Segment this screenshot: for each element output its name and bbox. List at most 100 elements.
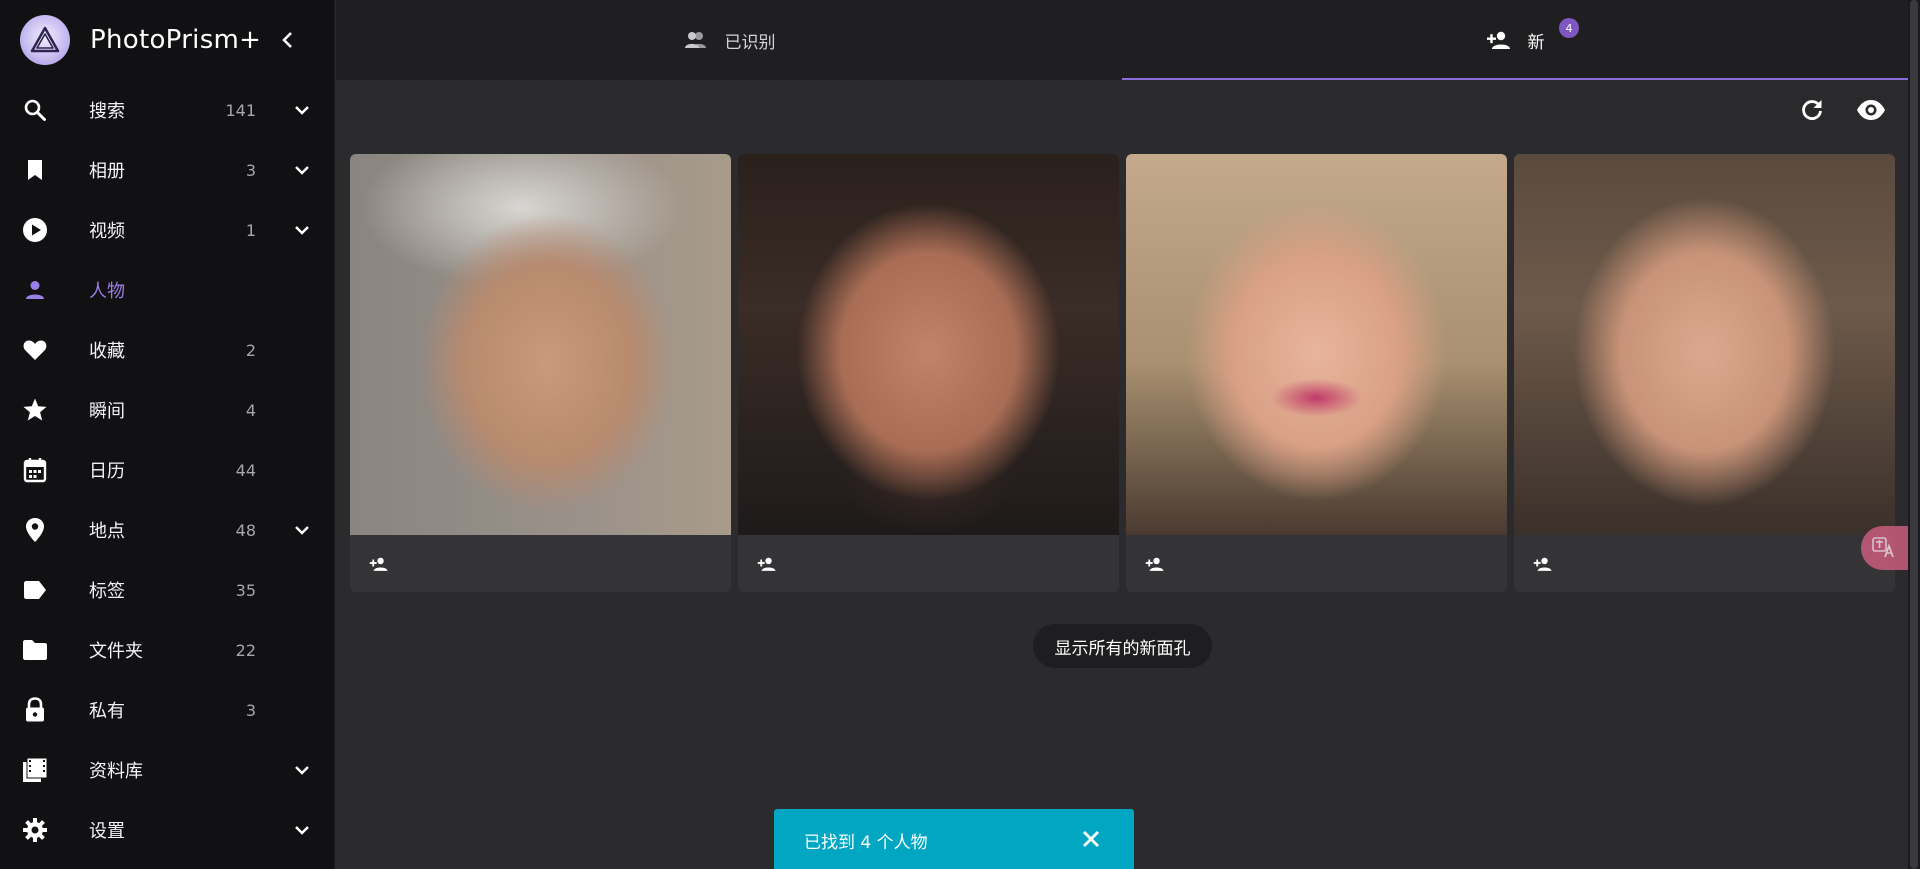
add-person-button[interactable] [368, 553, 390, 575]
face-card-actions [1514, 535, 1895, 592]
folder-icon [22, 637, 48, 663]
chevron-down-icon[interactable] [290, 218, 314, 242]
chevron-down-icon[interactable] [290, 518, 314, 542]
person-add-icon [1145, 557, 1164, 571]
sidebar-item-folders[interactable]: 文件夹 22 [0, 620, 334, 680]
add-person-button[interactable] [1144, 553, 1166, 575]
sidebar-item-count: 3 [245, 160, 256, 180]
sidebar-item-count: 22 [235, 640, 256, 660]
heart-icon [22, 337, 48, 363]
tab-label: 新 [1527, 32, 1545, 53]
face-card[interactable] [738, 154, 1119, 592]
refresh-icon [1802, 100, 1822, 120]
face-card[interactable] [1514, 154, 1895, 592]
snackbar-message: 已找到 4 个人物 [804, 833, 928, 853]
toggle-hidden-button[interactable] [1856, 95, 1886, 125]
face-card-actions [738, 535, 1119, 592]
sidebar-item-people[interactable]: 人物 [0, 260, 334, 320]
sidebar-item-albums[interactable]: 相册 3 [0, 140, 334, 200]
tab-recognized[interactable]: 已识别 [336, 0, 1122, 80]
star-icon [22, 397, 48, 423]
sidebar-item-library[interactable]: 资料库 [0, 740, 334, 800]
sidebar-item-label: 人物 [89, 281, 125, 302]
person-add-icon [1486, 27, 1512, 53]
film-library-icon [22, 757, 48, 783]
sidebar-item-favorites[interactable]: 收藏 2 [0, 320, 334, 380]
sidebar-item-count: 2 [245, 340, 256, 360]
snackbar-close-button[interactable] [1078, 826, 1104, 852]
sidebar-item-videos[interactable]: 视频 1 [0, 200, 334, 260]
person-add-icon [369, 557, 388, 571]
face-card-actions [1126, 535, 1507, 592]
chevron-down-icon[interactable] [290, 158, 314, 182]
sidebar-item-places[interactable]: 地点 48 [0, 500, 334, 560]
sidebar: PhotoPrism+ 搜索 141 相册 3 视频 1 人物 收藏 2 瞬间 … [0, 0, 335, 869]
sidebar-item-label: 搜索 [89, 101, 125, 122]
people-tabs: 已识别 新 4 [336, 0, 1908, 80]
sidebar-item-count: 1 [245, 220, 256, 240]
sidebar-item-labels[interactable]: 标签 35 [0, 560, 334, 620]
chevron-down-icon[interactable] [290, 758, 314, 782]
sidebar-header: PhotoPrism+ [0, 0, 334, 80]
add-person-button[interactable] [756, 553, 778, 575]
person-icon [22, 277, 48, 303]
search-icon [22, 97, 48, 123]
sidebar-item-search[interactable]: 搜索 141 [0, 80, 334, 140]
add-person-button[interactable] [1532, 553, 1554, 575]
refresh-button[interactable] [1797, 95, 1827, 125]
sidebar-item-count: 35 [235, 580, 256, 600]
person-add-icon [1533, 557, 1552, 571]
sidebar-item-moments[interactable]: 瞬间 4 [0, 380, 334, 440]
lock-icon [22, 697, 48, 723]
sidebar-item-settings[interactable]: 设置 [0, 800, 334, 860]
face-card-actions [350, 535, 731, 592]
sidebar-item-label: 瞬间 [89, 401, 125, 422]
sidebar-item-label: 收藏 [89, 341, 125, 362]
people-icon [683, 27, 709, 53]
face-card[interactable] [1126, 154, 1507, 592]
app-logo[interactable] [20, 15, 70, 65]
bookmark-icon [22, 157, 48, 183]
eye-icon [1857, 100, 1885, 120]
translate-icon [1872, 537, 1894, 558]
face-photo[interactable] [350, 154, 731, 535]
collapse-sidebar-button[interactable] [276, 26, 298, 54]
sidebar-item-count: 3 [245, 700, 256, 720]
sidebar-item-private[interactable]: 私有 3 [0, 680, 334, 740]
tab-new[interactable]: 新 4 [1122, 0, 1908, 80]
sidebar-item-label: 视频 [89, 221, 125, 242]
scrollbar-thumb[interactable] [1910, 0, 1918, 869]
sidebar-item-count: 44 [235, 460, 256, 480]
translate-button[interactable] [1861, 526, 1909, 570]
chevron-down-icon[interactable] [290, 818, 314, 842]
label-icon [22, 577, 48, 603]
tab-label: 已识别 [724, 32, 776, 53]
sidebar-item-count: 48 [235, 520, 256, 540]
face-photo[interactable] [1126, 154, 1507, 535]
sidebar-item-label: 私有 [89, 701, 125, 722]
location-pin-icon [22, 517, 48, 543]
face-photo[interactable] [1514, 154, 1895, 535]
chevron-down-icon[interactable] [290, 98, 314, 122]
close-icon [1083, 831, 1099, 847]
sidebar-item-count: 4 [245, 400, 256, 420]
face-photo[interactable] [738, 154, 1119, 535]
toolbar [336, 80, 1908, 138]
sidebar-item-label: 日历 [89, 461, 125, 482]
show-all-new-faces-button[interactable]: 显示所有的新面孔 [1033, 624, 1212, 668]
prism-icon [30, 26, 60, 53]
sidebar-nav: 搜索 141 相册 3 视频 1 人物 收藏 2 瞬间 4 日历 44 地点 4… [0, 80, 334, 860]
sidebar-item-label: 设置 [89, 821, 125, 842]
sidebar-item-calendar[interactable]: 日历 44 [0, 440, 334, 500]
face-card[interactable] [350, 154, 731, 592]
app-title: PhotoPrism+ [90, 25, 262, 55]
sidebar-item-label: 地点 [89, 521, 125, 542]
sidebar-item-label: 标签 [89, 581, 125, 602]
sidebar-item-label: 文件夹 [89, 641, 143, 662]
chevron-left-icon [282, 32, 292, 48]
gear-icon [22, 817, 48, 843]
scrollbar[interactable] [1908, 0, 1920, 869]
play-circle-icon [22, 217, 48, 243]
sidebar-item-label: 相册 [89, 161, 125, 182]
new-faces-badge: 4 [1559, 18, 1579, 38]
